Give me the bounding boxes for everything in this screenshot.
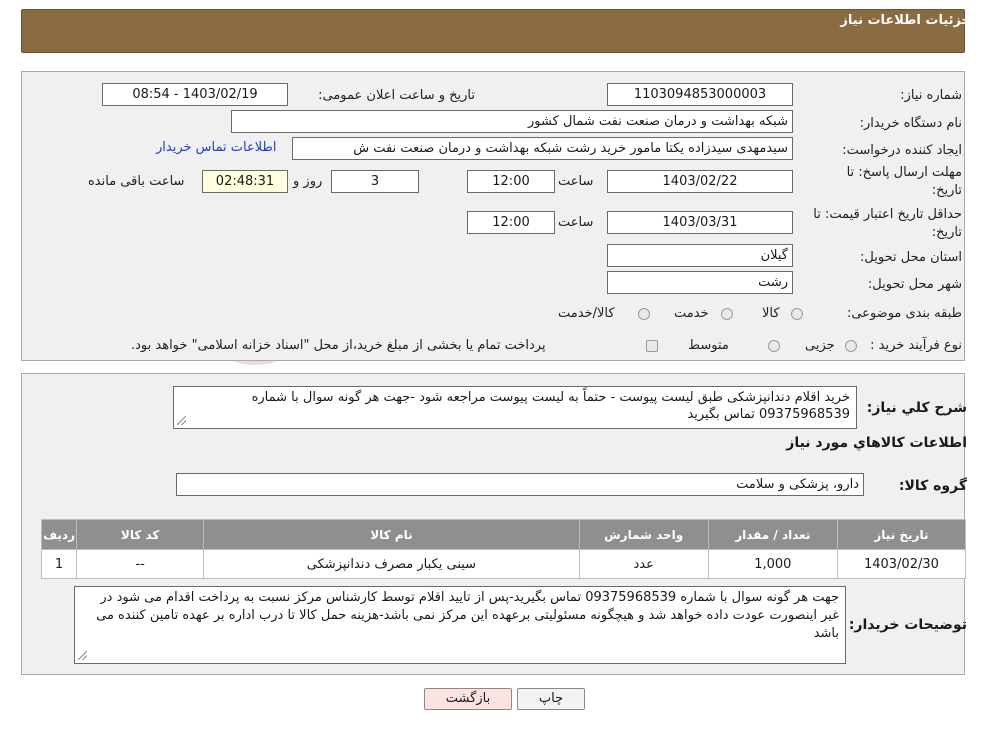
announce-label: تاریخ و ساعت اعلان عمومی:	[318, 88, 475, 103]
col-need-date: تاريخ نياز	[836, 519, 967, 550]
col-item-name: نام کالا	[203, 519, 580, 550]
treasury-checkbox[interactable]	[646, 340, 658, 352]
deadline-time-field[interactable]: 12:00	[467, 170, 555, 193]
treasury-note: پرداخت تمام یا بخشی از مبلغ خرید،از محل …	[131, 338, 546, 353]
col-quantity: تعداد / مقدار	[707, 519, 838, 550]
cell-unit: عدد	[578, 549, 709, 579]
col-item-code: کد کالا	[76, 519, 205, 550]
buyer-org-field[interactable]: شبکه بهداشت و درمان صنعت نفت شمال کشور	[231, 110, 793, 133]
back-button[interactable]: بازگشت	[424, 688, 512, 710]
process-option-medium: متوسط	[688, 338, 729, 353]
col-row: رديف	[40, 519, 78, 550]
cell-quantity: 1,000	[707, 549, 838, 579]
goods-table-header-row: تاريخ نياز تعداد / مقدار واحد شمارش نام …	[40, 519, 967, 550]
buyer-org-label: نام دستگاه خریدار:	[859, 116, 962, 131]
category-option-service: خدمت	[674, 306, 709, 321]
validity-time-field[interactable]: 12:00	[467, 211, 555, 234]
remaining-time-field[interactable]: 02:48:31	[202, 170, 288, 193]
process-radio-minor[interactable]	[845, 340, 857, 352]
need-number-field[interactable]: 1103094853000003	[607, 83, 793, 106]
col-unit: واحد شمارش	[578, 519, 709, 550]
buyer-notes-text: جهت هر گونه سوال با شماره 09375968539 تم…	[96, 590, 839, 641]
buyer-notes-label: توضيحات خريدار:	[848, 617, 967, 633]
validity-date-field[interactable]: 1403/03/31	[607, 211, 793, 234]
cell-row: 1	[40, 549, 78, 579]
page-header	[21, 9, 965, 53]
city-field[interactable]: رشت	[607, 271, 793, 294]
validity-label-line1: حداقل تاریخ اعتبار قیمت: تا	[813, 207, 962, 222]
goods-group-label: گروه کالا:	[898, 478, 967, 494]
summary-text: خرید اقلام دندانپزشکی طبق لیست پیوست - ح…	[251, 390, 850, 422]
deadline-date-field[interactable]: 1403/02/22	[607, 170, 793, 193]
summary-textarea[interactable]: خرید اقلام دندانپزشکی طبق لیست پیوست - ح…	[173, 386, 857, 429]
province-field[interactable]: گیلان	[607, 244, 793, 267]
need-number-label: شماره نیاز:	[900, 88, 962, 103]
category-radio-service[interactable]	[721, 308, 733, 320]
goods-group-field[interactable]: دارو، پزشکی و سلامت	[176, 473, 864, 496]
summary-label: شرح کلي نياز:	[866, 400, 967, 416]
requester-label: ایجاد کننده درخواست:	[842, 143, 962, 158]
category-option-goods: کالا	[762, 306, 780, 321]
days-field[interactable]: 3	[331, 170, 419, 193]
cell-item-code: --	[76, 549, 205, 579]
days-label: روز و	[293, 174, 323, 189]
province-label: استان محل تحویل:	[860, 250, 962, 265]
process-label: نوع فرآیند خرید :	[870, 338, 962, 353]
city-label: شهر محل تحویل:	[867, 277, 962, 292]
cell-need-date: 1403/02/30	[836, 549, 967, 579]
announce-field[interactable]: 1403/02/19 - 08:54	[102, 83, 288, 106]
buyer-contact-link[interactable]: اطلاعات تماس خریدار	[156, 140, 276, 155]
goods-table: تاريخ نياز تعداد / مقدار واحد شمارش نام …	[40, 519, 967, 579]
print-button[interactable]: چاپ	[517, 688, 585, 710]
validity-label-line2: تاریخ:	[931, 225, 962, 240]
deadline-label-line1: مهلت ارسال پاسخ: تا	[846, 165, 962, 180]
category-option-goods-service: کالا/خدمت	[558, 306, 615, 321]
resize-handle-icon[interactable]	[78, 651, 87, 660]
cell-item-name: سینی یکبار مصرف دندانپزشکی	[203, 549, 580, 579]
process-option-minor: جزیی	[805, 338, 835, 353]
validity-time-label: ساعت	[558, 215, 594, 230]
page-title: جزئیات اطلاعات نیاز	[840, 13, 971, 28]
deadline-label-line2: تاریخ:	[931, 183, 962, 198]
category-radio-goods[interactable]	[791, 308, 803, 320]
requester-field[interactable]: سیدمهدی سیدزاده یکتا مامور خرید رشت شبکه…	[292, 137, 793, 160]
category-label: طبقه بندی موضوعی:	[846, 306, 962, 321]
buyer-notes-textarea[interactable]: جهت هر گونه سوال با شماره 09375968539 تم…	[74, 586, 846, 664]
resize-handle-icon[interactable]	[177, 416, 186, 425]
goods-info-title: اطلاعات کالاهاي مورد نياز	[786, 435, 967, 451]
table-row[interactable]: 1403/02/30 1,000 عدد سینی یکبار مصرف دند…	[40, 549, 967, 579]
remaining-label: ساعت باقی مانده	[88, 174, 185, 189]
deadline-time-label: ساعت	[558, 174, 594, 189]
process-radio-medium[interactable]	[768, 340, 780, 352]
category-radio-goods-service[interactable]	[638, 308, 650, 320]
